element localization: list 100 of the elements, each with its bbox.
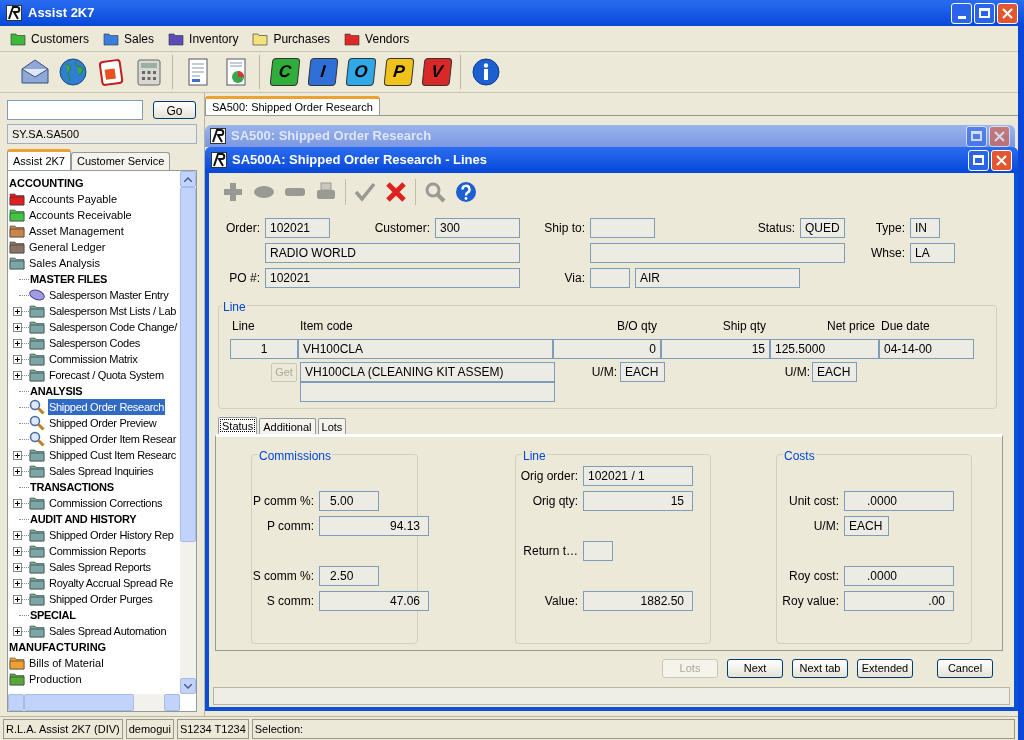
tree-item[interactable]: Sales Spread Inquiries bbox=[48, 462, 155, 480]
value-field[interactable]: 2.50 bbox=[319, 566, 379, 586]
dialog-button[interactable]: Next tab bbox=[792, 659, 848, 678]
tree-item[interactable]: Bills of Material bbox=[29, 654, 104, 672]
tree-section[interactable]: SPECIAL bbox=[29, 606, 77, 624]
tree-item[interactable]: Shipped Cust Item Researc bbox=[48, 446, 177, 464]
value-field[interactable]: 1882.50 bbox=[583, 591, 693, 611]
tree-item[interactable]: Sales Spread Reports bbox=[48, 558, 152, 576]
tree-item[interactable]: General Ledger bbox=[29, 238, 106, 256]
tab[interactable]: Additional bbox=[259, 418, 316, 434]
expand-icon[interactable] bbox=[13, 531, 22, 540]
expand-icon[interactable] bbox=[13, 371, 22, 380]
tree-item[interactable]: Commission Reports bbox=[48, 542, 147, 560]
expand-icon[interactable] bbox=[13, 595, 22, 604]
close-button[interactable] bbox=[997, 2, 1018, 24]
maximize-button[interactable] bbox=[966, 125, 987, 147]
type-field[interactable]: IN bbox=[910, 218, 940, 238]
warehouse-field[interactable]: LA bbox=[910, 243, 955, 263]
tab[interactable]: Assist 2K7 bbox=[7, 149, 71, 170]
tree-section[interactable]: AUDIT AND HISTORY bbox=[29, 510, 138, 528]
po-field[interactable]: 102021 bbox=[265, 268, 520, 288]
via-name-field[interactable]: AIR bbox=[635, 268, 800, 288]
tree-item[interactable]: Salesperson Codes bbox=[48, 334, 141, 352]
customer-name-field[interactable]: RADIO WORLD bbox=[265, 243, 520, 263]
letter-tile-button[interactable]: O bbox=[344, 55, 378, 89]
tree-item[interactable]: Shipped Order Preview bbox=[48, 414, 158, 432]
expand-icon[interactable] bbox=[13, 339, 22, 348]
minimize-button[interactable] bbox=[951, 2, 972, 24]
letter-tile-button[interactable]: I bbox=[306, 55, 340, 89]
tree-item[interactable]: Shipped Order Research bbox=[48, 398, 166, 416]
expand-icon[interactable] bbox=[13, 355, 22, 364]
line-cell[interactable]: 15 bbox=[661, 339, 770, 359]
unit-field[interactable]: EACH bbox=[620, 362, 665, 382]
via-field[interactable] bbox=[590, 268, 630, 288]
dialog-button[interactable]: Extended bbox=[857, 659, 913, 678]
expand-icon[interactable] bbox=[13, 323, 22, 332]
tree-item[interactable]: Asset Management bbox=[29, 222, 124, 240]
ship-to-field[interactable] bbox=[590, 218, 655, 238]
horizontal-scrollbar[interactable] bbox=[8, 694, 180, 711]
tree-item[interactable]: Accounts Receivable bbox=[29, 206, 132, 224]
tree-item[interactable]: Royalty Accrual Spread Re bbox=[48, 574, 174, 592]
value-field[interactable]: .00 bbox=[844, 591, 954, 611]
tab[interactable]: Status bbox=[218, 417, 258, 434]
tab[interactable]: Lots bbox=[317, 418, 347, 434]
close-button[interactable] bbox=[989, 125, 1010, 147]
line-cell[interactable]: 04-14-00 bbox=[879, 339, 974, 359]
value-field[interactable]: 5.00 bbox=[319, 491, 379, 511]
tree-section[interactable]: TRANSACTIONS bbox=[29, 478, 115, 496]
expand-icon[interactable] bbox=[13, 499, 22, 508]
dialog-button[interactable]: Next bbox=[727, 659, 783, 678]
line-cell[interactable]: 125.5000 bbox=[770, 339, 879, 359]
go-button[interactable]: Go bbox=[153, 101, 196, 119]
search-field[interactable] bbox=[7, 100, 143, 120]
maximize-button[interactable] bbox=[968, 149, 989, 171]
expand-icon[interactable] bbox=[13, 451, 22, 460]
tree-item[interactable]: Shipped Order Item Resear bbox=[48, 430, 177, 448]
line-cell[interactable]: 1 bbox=[230, 339, 298, 359]
value-field[interactable]: EACH bbox=[844, 516, 889, 536]
value-field[interactable]: 94.13 bbox=[319, 516, 429, 536]
expand-icon[interactable] bbox=[13, 547, 22, 556]
tree-item[interactable]: Production bbox=[29, 670, 82, 688]
order-field[interactable]: 102021 bbox=[265, 218, 330, 238]
line-cell[interactable]: VH100CLA bbox=[298, 339, 553, 359]
menu-item[interactable]: Sales bbox=[103, 29, 155, 48]
tree-item[interactable]: Salesperson Mst Lists / Lab bbox=[48, 302, 178, 320]
value-field[interactable]: 102021 / 1 bbox=[583, 466, 693, 486]
tree-item[interactable]: Salesperson Master Entry bbox=[48, 286, 170, 304]
status-field[interactable]: QUED bbox=[800, 218, 845, 238]
dialog-button[interactable]: Cancel bbox=[937, 659, 993, 678]
value-field[interactable]: 15 bbox=[583, 491, 693, 511]
info-icon[interactable] bbox=[469, 55, 503, 89]
letter-tile-button[interactable]: V bbox=[420, 55, 454, 89]
tree-item[interactable]: Salesperson Code Change/ bbox=[48, 318, 178, 336]
tree-item[interactable]: Commission Matrix bbox=[48, 350, 139, 368]
document-tab[interactable]: SA500: Shipped Order Research bbox=[205, 96, 380, 115]
expand-icon[interactable] bbox=[13, 563, 22, 572]
menu-item[interactable]: Purchases bbox=[252, 29, 331, 48]
tree-item[interactable]: Accounts Payable bbox=[29, 190, 118, 208]
letter-tile-button[interactable]: C bbox=[268, 55, 302, 89]
tree-item[interactable]: Commission Corrections bbox=[48, 494, 164, 512]
description-field[interactable] bbox=[300, 382, 555, 402]
value-field[interactable] bbox=[583, 541, 613, 561]
description-field[interactable]: VH100CLA (CLEANING KIT ASSEM) bbox=[300, 362, 555, 382]
menu-item[interactable]: Inventory bbox=[168, 29, 239, 48]
expand-icon[interactable] bbox=[13, 627, 22, 636]
expand-icon[interactable] bbox=[13, 579, 22, 588]
expand-icon[interactable] bbox=[13, 467, 22, 476]
value-field[interactable]: .0000 bbox=[844, 566, 954, 586]
tree-section[interactable]: MASTER FILES bbox=[29, 270, 109, 288]
tree-item[interactable]: Sales Spread Automation bbox=[48, 622, 168, 640]
value-field[interactable]: 47.06 bbox=[319, 591, 429, 611]
line-cell[interactable]: 0 bbox=[553, 339, 661, 359]
globe-icon[interactable] bbox=[56, 55, 90, 89]
expand-icon[interactable] bbox=[13, 307, 22, 316]
tree-category[interactable]: MANUFACTURING bbox=[9, 638, 107, 656]
tree-item[interactable]: Shipped Order History Rep bbox=[48, 526, 175, 544]
unit-field[interactable]: EACH bbox=[812, 362, 857, 382]
customer-field[interactable]: 300 bbox=[435, 218, 520, 238]
ship-to-name-field[interactable] bbox=[590, 243, 845, 263]
tree-category[interactable]: ACCOUNTING bbox=[9, 174, 84, 192]
